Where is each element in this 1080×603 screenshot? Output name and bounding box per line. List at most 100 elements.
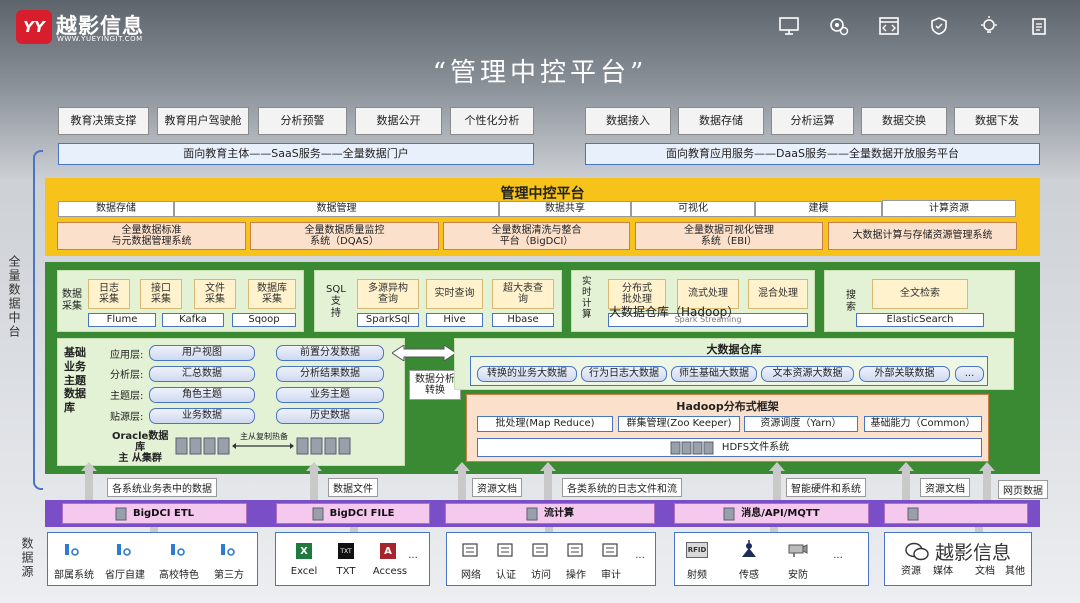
left-top-5: 个性化分析 xyxy=(450,107,534,135)
diagram-page: YY 越影信息 WWW.YUEYINGIT.COM “管理中控平台” 教育决策支… xyxy=(0,0,1080,603)
src-access: Access xyxy=(372,566,408,577)
side-label-full: 全量数据中台 xyxy=(7,255,21,339)
realtime-overlay: 大数据仓库（Hadoop） xyxy=(609,305,740,319)
cyl-analysis-result: 分析结果数据 xyxy=(276,366,384,382)
src-access-log: 访问 xyxy=(531,570,551,581)
oracle-label: Oracle数据 库 主 从集群 xyxy=(112,431,169,464)
collect-label: 数据 采集 xyxy=(62,289,82,312)
shield-icon[interactable] xyxy=(928,16,950,36)
flow-arrow-4 xyxy=(544,470,552,502)
hadoop-title: Hadoop分布式框架 xyxy=(676,400,779,413)
bar-etl: BigDCI ETL xyxy=(62,503,247,524)
rfid-icon-label: RFID xyxy=(687,546,707,554)
bar-etl-label: BigDCI ETL xyxy=(132,507,195,519)
wh-external: 外部关联数据 xyxy=(859,366,950,382)
cyl-history: 历史数据 xyxy=(276,408,384,424)
side-label-source: 数据源 xyxy=(20,537,34,579)
cyl-business-data: 业务数据 xyxy=(149,408,255,424)
tool-sparksql: SparkSql xyxy=(357,313,419,327)
replicate-arrow-icon xyxy=(232,443,294,449)
src-shengting: 省厅自建 xyxy=(105,570,145,581)
right-top-5: 数据下发 xyxy=(954,107,1040,135)
tool-flume: Flume xyxy=(88,313,156,327)
mgmt-system-1: 全量数据标准 与元数据管理系统 xyxy=(57,222,246,250)
src-auth: 认证 xyxy=(496,570,516,581)
flow-arrow-2 xyxy=(310,470,318,502)
sensor-icon xyxy=(742,540,756,557)
flow-arrowhead-7 xyxy=(979,462,995,471)
layer-topic: 主题层: xyxy=(110,391,144,402)
access-icon: A xyxy=(380,543,396,559)
right-top-3: 分析运算 xyxy=(771,107,854,135)
hdfs-server-icon xyxy=(670,441,714,454)
flow-arrow-6 xyxy=(902,470,910,502)
watermark: 越影信息 xyxy=(905,538,1011,565)
bar-message-label: 消息/API/MQTT xyxy=(741,507,820,519)
mgmt-cat-2: 数据管理 xyxy=(174,201,499,217)
realtime-label: 实 时 计 算 xyxy=(582,276,592,320)
hadoop-hdfs: HDFS文件系统 xyxy=(477,438,982,457)
tool-kafka: Kafka xyxy=(162,313,224,327)
collect-api: 接口 采集 xyxy=(140,279,182,309)
flow-arrowhead-2 xyxy=(306,462,322,471)
server-cluster-icon xyxy=(175,437,230,455)
wh-more: ... xyxy=(955,366,984,382)
left-top-2: 教育用户驾驶舱 xyxy=(157,107,249,135)
settings-icon[interactable] xyxy=(828,16,850,36)
left-top-4: 数据公开 xyxy=(355,107,442,135)
left-top-1: 教育决策支撑 xyxy=(58,107,149,135)
cyl-business-topic: 业务主题 xyxy=(276,387,384,403)
flow-arrow-1 xyxy=(85,470,93,502)
flow-label-1: 各系统业务表中的数据 xyxy=(107,478,217,497)
monitor-icon[interactable] xyxy=(778,16,800,36)
bar-message: 消息/API/MQTT xyxy=(674,503,869,524)
flow-arrowhead-4 xyxy=(540,462,556,471)
log-icon-4 xyxy=(567,543,583,557)
right-top-4: 数据交换 xyxy=(861,107,947,135)
src-excel: Excel xyxy=(290,566,318,577)
mgmt-system-4: 全量数据可视化管理 系统（EBI） xyxy=(635,222,823,250)
right-top-1: 数据接入 xyxy=(585,107,671,135)
cyl-user-view: 用户视图 xyxy=(149,345,255,361)
saas-band: 面向教育主体——SaaS服务——全量数据门户 xyxy=(58,143,534,165)
clipboard-icon[interactable] xyxy=(1028,16,1050,36)
hadoop-yarn: 资源调度（Yarn） xyxy=(744,416,858,432)
cyl-role-topic: 角色主题 xyxy=(149,387,255,403)
wh-behavior: 行为日志大数据 xyxy=(581,366,667,382)
watermark-text: 越影信息 xyxy=(935,542,1012,564)
wh-business: 转换的业务大数据 xyxy=(477,366,577,382)
system-icon-1 xyxy=(65,544,79,556)
layer-analysis: 分析层: xyxy=(110,370,144,381)
flow-arrowhead-1 xyxy=(81,462,97,471)
src-more-2: ... xyxy=(408,550,418,561)
etl-server-icon xyxy=(115,507,127,520)
flow-arrow-3 xyxy=(458,470,466,502)
daas-band: 面向教育应用服务——DaaS服务——全量数据开放服务平台 xyxy=(585,143,1040,165)
src-audit: 审计 xyxy=(601,570,621,581)
bar-other xyxy=(884,503,1028,524)
tool-hive: Hive xyxy=(426,313,483,327)
src-bushu: 部属系统 xyxy=(54,570,94,581)
wechat-icon xyxy=(905,542,929,560)
src-sensor: 传感 xyxy=(739,570,759,581)
flow-label-2: 数据文件 xyxy=(328,478,378,497)
mgmt-system-2: 全量数据质量监控 系统（DQAS） xyxy=(250,222,439,250)
flow-label-4: 各类系统的日志文件和流 xyxy=(562,478,682,497)
src-gaoxiao: 高校特色 xyxy=(159,570,199,581)
other-server-icon xyxy=(907,507,919,520)
code-icon[interactable] xyxy=(878,16,900,36)
system-icon-4 xyxy=(221,544,235,556)
camera-icon xyxy=(788,544,808,557)
cyl-front-dist: 前置分发数据 xyxy=(276,345,384,361)
log-icon-3 xyxy=(532,543,548,557)
src-rfid: 射频 xyxy=(687,570,707,581)
basic-db-title: 基础 业务 主题 数据 库 xyxy=(64,346,86,414)
search-label: 搜 索 xyxy=(846,290,856,313)
bulb-icon[interactable] xyxy=(978,16,1000,36)
log-icon-1 xyxy=(462,543,478,557)
sql-large-table: 超大表查 询 xyxy=(492,279,554,309)
src-third: 第三方 xyxy=(214,570,244,581)
txt-icon: TXT xyxy=(338,543,354,559)
message-server-icon xyxy=(723,507,735,520)
excel-icon: X xyxy=(296,543,312,559)
